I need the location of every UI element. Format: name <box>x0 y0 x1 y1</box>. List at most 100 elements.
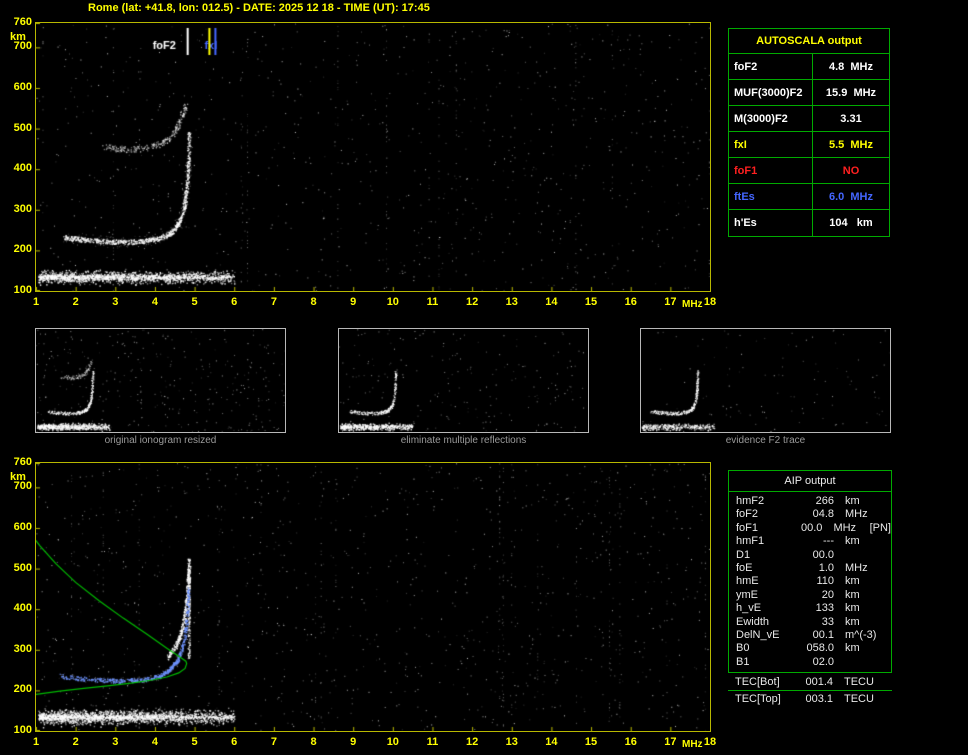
y-axis-tick-label: 760 <box>13 16 32 28</box>
top-ionogram-plot <box>35 22 711 292</box>
y-axis-tick-label: 300 <box>13 202 32 215</box>
autoscala-param-label: h'Es <box>729 210 813 236</box>
aip-cell: hmE <box>736 575 759 588</box>
autoscala-param-value: 104 km <box>829 217 873 229</box>
bottom-ionogram-canvas <box>36 463 710 731</box>
aip-tec-divider <box>728 690 892 691</box>
x-axis-tick-label: 15 <box>584 736 598 748</box>
y-axis-tick-label: 100 <box>13 724 32 736</box>
aip-cell: km <box>845 588 860 601</box>
y-axis-tick-label: 700 <box>13 40 32 53</box>
x-axis-tick-label: 1 <box>32 296 40 308</box>
x-axis-tick-label: 2 <box>72 296 79 308</box>
aip-panel-title: AIP output <box>729 471 891 492</box>
x-axis-tick-label: 17 <box>664 736 677 748</box>
aip-cell: TEC[Top] <box>735 693 781 705</box>
aip-row-Ewidth: Ewidth 33 km <box>729 616 891 629</box>
aip-cell: hmF1 <box>736 535 765 548</box>
x-axis-tick-label: 12 <box>465 296 479 308</box>
y-axis-tick-label: 500 <box>13 121 32 134</box>
aip-row-DelN_vE: DelN_vE 00.1 m^(-3) <box>729 629 891 642</box>
x-axis-tick-label: 10 <box>386 736 399 748</box>
x-axis-tick-label: 15 <box>584 296 598 308</box>
y-axis-tick-label: 100 <box>13 284 32 296</box>
aip-cell: B0 <box>736 642 750 655</box>
autoscala-param-label: MUF(3000)F2 <box>729 80 813 105</box>
aip-row-B1: B1 02.0 <box>729 656 891 669</box>
aip-row-foE: foE 1.0 MHz <box>729 562 891 575</box>
x-axis-tick-label: 9 <box>350 736 357 748</box>
y-axis-unit-label: km <box>10 471 26 483</box>
x-axis-tick-label: 4 <box>151 296 158 308</box>
autoscala-row-M(3000)F2: M(3000)F2 3.31 <box>729 106 889 132</box>
aip-cell: MHz <box>845 561 868 574</box>
y-axis-unit-label: km <box>10 31 26 43</box>
x-axis-tick-label: 16 <box>624 736 637 748</box>
aip-cell: km <box>845 642 860 655</box>
autoscala-param-value: 6.0 MHz <box>828 190 873 203</box>
aip-cell: h_vE <box>736 602 762 615</box>
x-axis-unit-label: MHz <box>682 739 703 750</box>
x-axis-tick-label: 5 <box>191 296 198 308</box>
x-axis-tick-label: 11 <box>426 736 439 748</box>
autoscala-param-label: ftEs <box>729 184 813 209</box>
thumbnail-original-ionogram <box>35 328 286 433</box>
x-axis-tick-label: 8 <box>310 296 317 308</box>
y-axis-tick-label: 600 <box>13 80 32 93</box>
x-axis-tick-label: 7 <box>270 296 277 308</box>
x-axis-tick-label: 17 <box>664 296 677 308</box>
aip-cell: MHz <box>845 508 868 521</box>
y-axis-tick-label: 400 <box>13 162 32 175</box>
autoscala-param-label: fxI <box>729 132 813 157</box>
aip-cell: 133 <box>815 602 834 615</box>
top-ionogram-canvas <box>36 23 710 291</box>
x-axis-tick-label: 9 <box>350 296 357 308</box>
aip-cell: 33 <box>821 615 834 628</box>
aip-row-foF1: foF1 00.0 MHz [PN] <box>729 522 891 535</box>
autoscala-row-MUF(3000)F2: MUF(3000)F2 15.9 MHz <box>729 80 889 106</box>
aip-row-hmF2: hmF2 266 km <box>729 495 891 508</box>
y-axis-tick-label: 200 <box>13 243 32 256</box>
aip-row-TEC[Bot]: TEC[Bot] 001.4 TECU <box>728 676 892 689</box>
x-axis-tick-label: 16 <box>624 296 637 308</box>
autoscala-window: Rome (lat: +41.8, lon: 012.5) - DATE: 20… <box>0 0 968 755</box>
x-axis-tick-label: 14 <box>545 296 558 308</box>
y-axis-tick-label: 200 <box>13 683 32 696</box>
station-header: Rome (lat: +41.8, lon: 012.5) - DATE: 20… <box>88 2 430 14</box>
y-axis-tick-label: 400 <box>13 602 32 615</box>
aip-cell: 20 <box>821 588 834 601</box>
autoscala-row-foF2: foF2 4.8 MHz <box>729 54 889 80</box>
aip-cell: --- <box>823 535 834 548</box>
autoscala-row-fxI: fxI 5.5 MHz <box>729 132 889 158</box>
aip-cell: TECU <box>844 693 874 705</box>
y-axis-tick-label: 760 <box>13 456 32 468</box>
thumbnail-caption-no-multiples: eliminate multiple reflections <box>400 435 527 446</box>
aip-row-hmF1: hmF1 --- km <box>729 535 891 548</box>
aip-cell: D1 <box>736 548 751 561</box>
aip-cell: 04.8 <box>812 508 834 521</box>
aip-cell: 00.1 <box>812 628 834 641</box>
aip-cell: MHz <box>833 521 857 534</box>
aip-cell: 003.1 <box>805 693 833 705</box>
aip-row-B0: B0 058.0 km <box>729 642 891 655</box>
aip-cell: 266 <box>815 495 834 507</box>
autoscala-param-value: 3.31 <box>840 112 862 125</box>
aip-row-foF2: foF2 04.8 MHz <box>729 508 891 521</box>
aip-cell: B1 <box>736 655 750 668</box>
aip-cell: km <box>845 535 860 548</box>
autoscala-row-ftEs: ftEs 6.0 MHz <box>729 184 889 210</box>
aip-cell: TECU <box>844 676 874 688</box>
autoscala-param-label: M(3000)F2 <box>729 106 813 131</box>
aip-cell: [PN] <box>869 521 891 534</box>
x-axis-tick-label: 3 <box>112 736 119 748</box>
aip-cell: m^(-3) <box>845 628 877 641</box>
aip-row-D1: D1 00.0 <box>729 549 891 562</box>
x-axis-tick-label: 13 <box>505 736 518 748</box>
aip-cell: foF2 <box>736 508 759 521</box>
aip-cell: 1.0 <box>818 561 834 574</box>
aip-cell: 00.0 <box>801 521 823 534</box>
autoscala-output-table: AUTOSCALA output foF2 4.8 MHz MUF(3000)F2 1… <box>728 28 890 237</box>
x-axis-unit-label: MHz <box>682 299 703 310</box>
autoscala-table-rows: foF2 4.8 MHz MUF(3000)F2 15.9 MHz M(3000)F2 3… <box>729 54 889 236</box>
aip-row-TEC[Top]: TEC[Top] 003.1 TECU <box>728 693 892 706</box>
